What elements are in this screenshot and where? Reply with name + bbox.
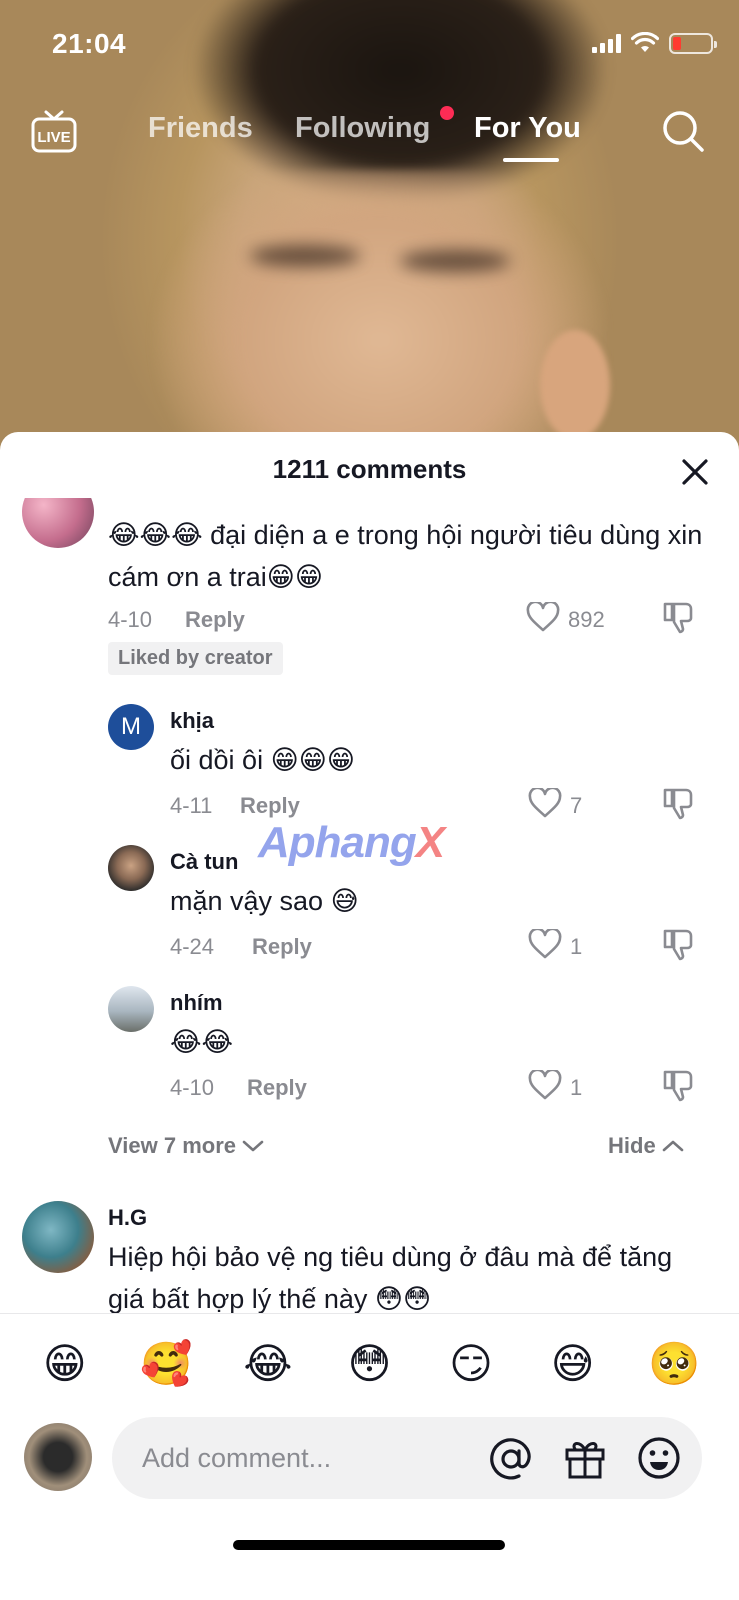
comment-input-bar: [0, 1413, 739, 1513]
tab-friends[interactable]: Friends: [148, 112, 253, 145]
avatar[interactable]: M: [108, 704, 154, 750]
emoji-hearts-button[interactable]: 🥰: [136, 1339, 196, 1389]
comment-author[interactable]: khịa: [170, 708, 214, 734]
reply-button[interactable]: Reply: [252, 934, 312, 960]
comment-date: 4-11: [170, 793, 213, 818]
heart-icon[interactable]: [526, 602, 560, 632]
emoji-grin-button[interactable]: 😁: [35, 1339, 95, 1388]
close-icon[interactable]: [681, 458, 709, 486]
video-brow-left: [250, 245, 360, 267]
like-count: 892: [568, 607, 605, 632]
liked-by-creator-badge: Liked by creator: [108, 642, 283, 675]
comment-author[interactable]: Cà tun: [170, 849, 238, 875]
emoji-sweat-smile-button[interactable]: 😅: [543, 1339, 603, 1388]
view-more-label: View 7 more: [108, 1133, 236, 1158]
gift-icon[interactable]: [562, 1435, 608, 1481]
mention-at-icon[interactable]: [488, 1436, 534, 1482]
dislike-icon[interactable]: [662, 927, 694, 961]
avatar[interactable]: [22, 1201, 94, 1273]
watermark: AphangX: [258, 818, 445, 867]
like-count: 1: [570, 1075, 583, 1100]
comments-header: 1211 comments: [0, 432, 739, 498]
emoji-laugh-tears-button[interactable]: 😂: [238, 1339, 298, 1388]
comment-date: 4-24: [170, 934, 215, 959]
add-comment-input[interactable]: [112, 1417, 702, 1499]
video-ear: [540, 330, 610, 440]
tab-following[interactable]: Following: [295, 112, 430, 145]
avatar[interactable]: [108, 986, 154, 1032]
chevron-down-icon: [242, 1140, 264, 1152]
comment-author[interactable]: nhím: [170, 990, 223, 1016]
search-icon[interactable]: [660, 108, 706, 154]
emoji-picker-icon[interactable]: [636, 1435, 682, 1481]
comments-list[interactable]: 😂😂😂 đại diện a e trong hội người tiêu dù…: [0, 498, 739, 1368]
hide-replies-button[interactable]: Hide: [608, 1133, 684, 1159]
heart-icon[interactable]: [528, 1070, 562, 1100]
status-bar: 21:04: [0, 0, 739, 90]
my-avatar[interactable]: [24, 1423, 92, 1491]
comment-text: Hiệp hội bảo vệ ng tiêu dùng ở đâu mà để…: [108, 1242, 673, 1314]
active-tab-indicator: [503, 158, 559, 162]
battery-icon: [669, 32, 717, 54]
dislike-icon[interactable]: [662, 600, 694, 634]
status-icons: [592, 32, 717, 54]
like-count: 7: [570, 793, 583, 818]
comments-count-title: 1211 comments: [272, 454, 467, 484]
comment-text: mặn vậy sao 😅: [170, 886, 359, 916]
chevron-up-icon: [662, 1140, 683, 1152]
dislike-icon[interactable]: [662, 1068, 694, 1102]
comment-author[interactable]: H.G: [108, 1205, 147, 1231]
quick-emoji-bar: 😁 🥰 😂 😳 😏 😅 🥺: [0, 1313, 739, 1413]
emoji-pleading-button[interactable]: 🥺: [644, 1339, 704, 1389]
cellular-signal-icon: [592, 33, 621, 53]
video-brow-right: [400, 250, 510, 272]
hide-label: Hide: [608, 1133, 656, 1158]
comment-date: 4-10: [170, 1075, 215, 1100]
comment-date: 4-10: [108, 607, 153, 632]
view-more-replies-button[interactable]: View 7 more: [108, 1133, 264, 1159]
comment-text: ối dồi ôi 😁😁😁: [170, 745, 356, 775]
avatar[interactable]: [108, 845, 154, 891]
comments-sheet: 1211 comments 😂😂😂 đại diện a e trong hội…: [0, 432, 739, 1600]
comment-text: 😂😂: [170, 1027, 234, 1057]
like-count: 1: [570, 934, 583, 959]
live-icon[interactable]: LIVE: [30, 108, 78, 154]
heart-icon[interactable]: [528, 788, 562, 818]
home-indicator[interactable]: [233, 1540, 505, 1550]
reply-button[interactable]: Reply: [240, 793, 300, 819]
status-time: 21:04: [52, 28, 127, 59]
svg-text:LIVE: LIVE: [37, 129, 70, 146]
reply-button[interactable]: Reply: [247, 1075, 307, 1101]
avatar[interactable]: [22, 498, 94, 548]
emoji-smirk-button[interactable]: 😏: [441, 1339, 501, 1388]
emoji-flushed-button[interactable]: 😳: [339, 1339, 399, 1388]
heart-icon[interactable]: [528, 929, 562, 959]
reply-button[interactable]: Reply: [185, 607, 245, 633]
dislike-icon[interactable]: [662, 786, 694, 820]
comment-text: 😂😂😂 đại diện a e trong hội người tiêu dù…: [108, 520, 703, 592]
wifi-icon: [631, 32, 659, 52]
tab-for-you[interactable]: For You: [474, 112, 581, 145]
top-nav: LIVE Friends Following For You: [0, 100, 739, 170]
notification-dot: [440, 106, 454, 120]
